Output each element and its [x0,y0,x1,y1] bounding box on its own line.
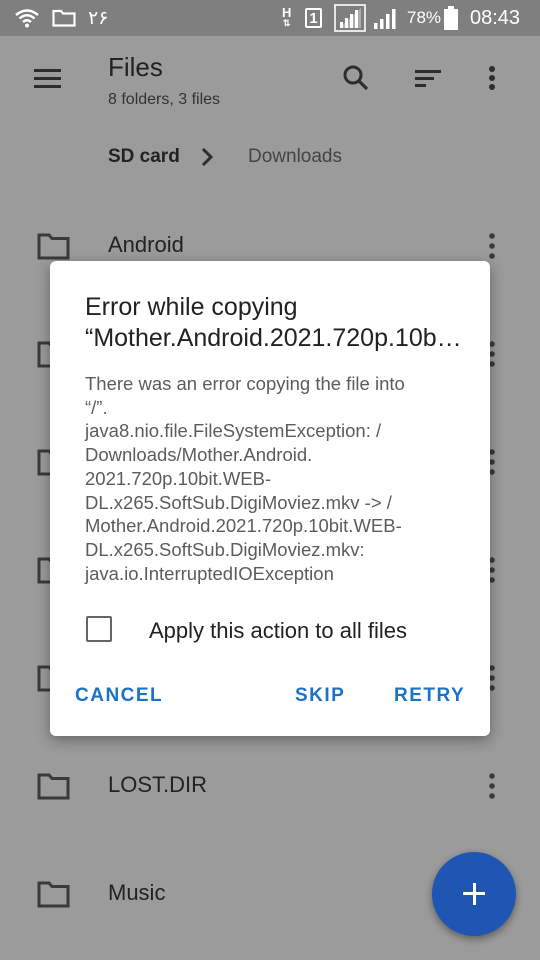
dialog-title: Error while copying “Mother.Android.2021… [85,292,465,354]
folder-row[interactable]: LOST.DIR [0,732,540,840]
folder-icon [37,881,70,908]
more-options-icon[interactable] [476,62,508,94]
dialog-title-filename: “Mother.Android.2021.720p.10bit.WEB-DL.x… [85,324,465,352]
menu-icon[interactable] [30,66,66,90]
sim-slot-indicator: 1 [305,0,322,36]
breadcrumb-downloads[interactable]: Downloads [248,146,342,168]
breadcrumb-sd-card[interactable]: SD card [108,146,180,168]
breadcrumb: SD card Downloads [0,130,540,182]
network-type: H ⇅ [282,5,292,28]
clock: 08:43 [470,6,521,29]
folder-name: Android [108,232,184,257]
folder-icon [37,233,70,260]
dialog-title-line1: Error while copying [85,293,298,321]
folder-more-icon[interactable] [480,770,504,802]
wifi-icon [14,0,40,36]
apply-all-label[interactable]: Apply this action to all files [149,618,407,644]
signal-icon-secondary [372,0,400,36]
skip-button[interactable]: SKIP [295,685,345,707]
battery-percent: 78% [407,8,442,27]
status-bar: ۲۶ H ⇅ 1 78% 08:43 [0,0,540,36]
page-title: Files [108,52,163,82]
folder-count: 8 folders, 3 files [108,91,221,108]
folder-name: LOST.DIR [108,772,208,797]
app-bar: Files 8 folders, 3 files [0,36,540,120]
folder-icon [37,773,70,800]
carrier-number: ۲۶ [88,7,109,29]
folder-notification-icon [52,0,76,36]
retry-button[interactable]: RETRY [394,685,465,707]
folder-name: Music [108,880,166,905]
search-icon[interactable] [340,62,372,94]
cancel-button[interactable]: CANCEL [75,685,163,707]
error-dialog: Error while copying “Mother.Android.2021… [50,261,490,736]
battery-icon [444,0,458,36]
dialog-message: There was an error copying the file into… [85,373,405,584]
chevron-right-icon [196,146,218,168]
signal-icon [334,0,366,36]
folder-more-icon[interactable] [480,230,504,262]
apply-all-checkbox[interactable] [86,616,112,642]
sort-icon[interactable] [412,62,444,94]
add-fab-button[interactable] [432,852,516,936]
